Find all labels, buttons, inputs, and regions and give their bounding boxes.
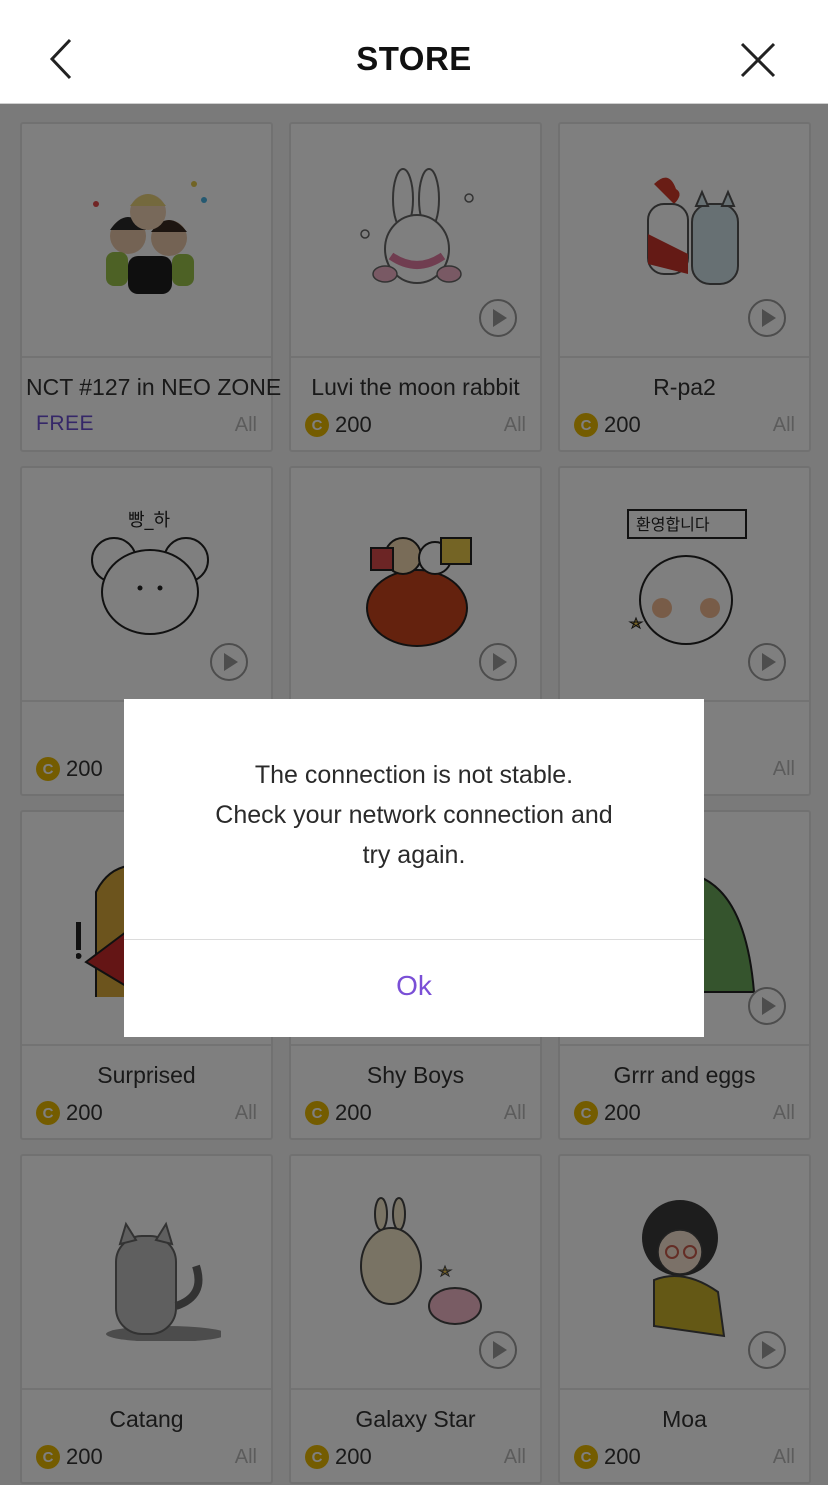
close-button[interactable] [728, 30, 788, 90]
top-bar: STORE [0, 0, 828, 104]
network-error-dialog: The connection is not stable. Check your… [124, 699, 704, 1037]
dialog-message-line: Check your network connection and [215, 801, 613, 829]
dialog-message-line: try again. [362, 841, 466, 869]
ok-button[interactable]: Ok [124, 940, 704, 1037]
dialog-message: The connection is not stable. Check your… [144, 755, 684, 875]
close-icon [740, 42, 776, 78]
page-title: STORE [356, 40, 472, 77]
dialog-message-line: The connection is not stable. [254, 761, 574, 789]
